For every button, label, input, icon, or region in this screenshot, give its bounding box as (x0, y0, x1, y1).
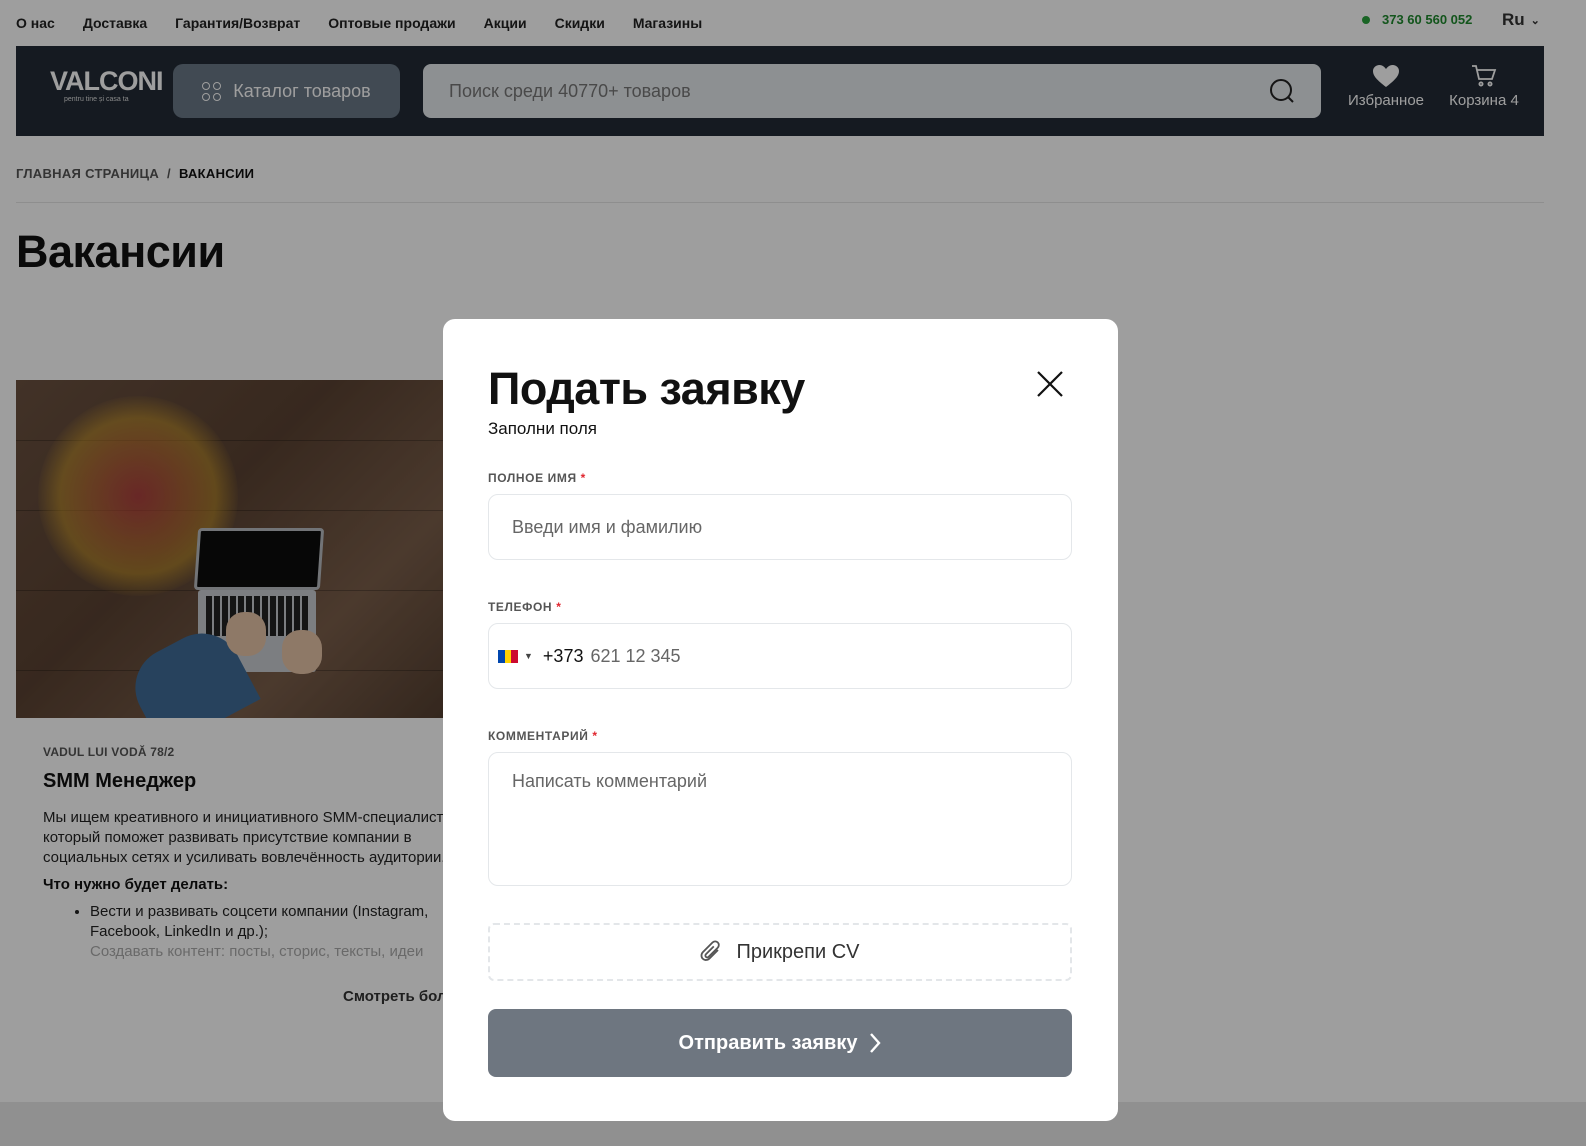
attach-cv-button[interactable]: Прикрепи CV (488, 923, 1072, 981)
attach-cv-label: Прикрепи CV (736, 940, 860, 963)
paperclip-icon (701, 940, 721, 961)
modal-subtitle: Заполни поля (488, 419, 597, 438)
phone-field: ▼ +373 (488, 623, 1072, 689)
application-modal: Подать заявку Заполни поля ПОЛНОЕ ИМЯ* Т… (443, 319, 1118, 1121)
required-mark: * (592, 729, 598, 743)
chevron-right-icon (870, 1033, 882, 1053)
name-field-label: ПОЛНОЕ ИМЯ * (488, 471, 586, 485)
required-mark: * (580, 471, 586, 485)
modal-title: Подать заявку (488, 363, 805, 414)
close-icon[interactable] (1035, 369, 1065, 399)
comment-field (488, 752, 1072, 886)
phone-field-label: ТЕЛЕФОН * (488, 600, 562, 614)
moldova-flag-icon[interactable] (498, 649, 519, 663)
submit-application-button[interactable]: Отправить заявку (488, 1009, 1072, 1077)
comment-textarea[interactable] (489, 753, 1071, 885)
submit-label: Отправить заявку (678, 1031, 858, 1054)
chevron-down-icon[interactable]: ▼ (524, 651, 533, 661)
required-mark: * (556, 600, 562, 614)
phone-dial-code: +373 (542, 645, 584, 666)
name-field (488, 494, 1072, 560)
full-name-input[interactable] (489, 495, 1071, 559)
comment-field-label: КОММЕНТАРИЙ * (488, 729, 598, 743)
phone-input[interactable] (583, 624, 984, 688)
